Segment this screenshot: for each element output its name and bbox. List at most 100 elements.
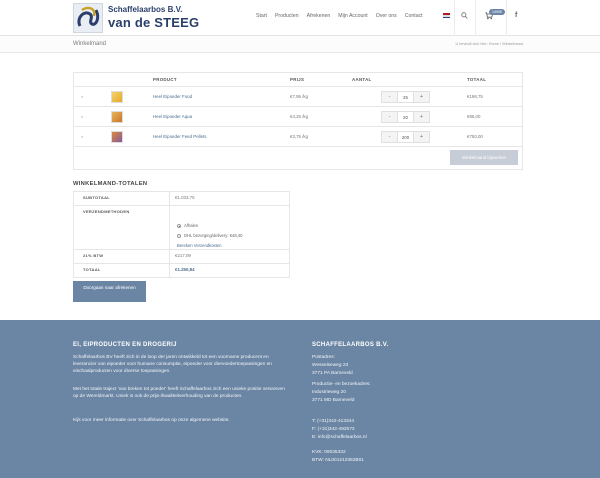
search-icon[interactable] — [461, 12, 468, 19]
nav-divider — [506, 0, 507, 36]
subtotal-label: SUBTOTAAL — [83, 195, 110, 200]
product-name-link[interactable]: Heel Eipoeder Food — [153, 94, 192, 99]
product-thumbnail[interactable] — [111, 111, 123, 123]
footer-kvk: KVK: 09035332 — [312, 450, 346, 455]
footer-contact-line: Productie- en bezoekadres: — [312, 382, 371, 387]
footer-contact-line: Postadres: — [312, 355, 335, 360]
col-price: PRIJS — [290, 77, 305, 82]
site-logo[interactable]: Schaffelaarbos B.V. van de STEEG — [73, 3, 199, 33]
shipping-pickup-label[interactable]: Afhalen — [184, 223, 198, 228]
nav-divider — [454, 0, 455, 36]
product-thumbnail[interactable] — [111, 131, 123, 143]
footer-contact-line: Wesselseweg 23 — [312, 363, 349, 368]
product-name-link[interactable]: Heel Eipoeder Feed Pellets — [153, 134, 206, 139]
cart-actions: Winkelmand bijwerken — [74, 147, 522, 169]
footer-fax: F: (+31)342-492573 — [312, 427, 355, 432]
quantity-stepper: - 20 + — [381, 111, 430, 123]
logo-mark-icon — [73, 3, 103, 33]
cart-row: × Heel Eipoeder Aqua €4,25 /kg - 20 + €8… — [74, 107, 522, 127]
footer-about-link[interactable]: Kijk voor meer informatie over Schaffela… — [73, 417, 286, 424]
footer-contact-line: 3771 PA Barneveld — [312, 371, 353, 376]
vat-row: 21% BTW €217,09 — [74, 250, 289, 264]
footer-phone[interactable]: T: (+31)342-413344 — [312, 419, 354, 424]
quantity-stepper: - 25 + — [381, 91, 430, 103]
footer-about-text: Schaffelaarbos BV heeft zich in de loop … — [73, 355, 272, 374]
logo-family-name: van de STEEG — [108, 15, 200, 30]
cart-total-badge[interactable]: 1490€ — [489, 9, 505, 15]
remove-item-icon[interactable]: × — [81, 134, 83, 139]
calculate-shipping-link[interactable]: Bereken Verzendkosten — [177, 243, 221, 248]
column-divider — [169, 264, 170, 277]
vat-label: 21% BTW — [83, 253, 104, 258]
shipping-dhl-label[interactable]: DHL bezorging/delivery: €48,40 — [184, 233, 243, 238]
breadcrumb[interactable]: U bevindt zich hier: Home / Winkelmand — [455, 42, 523, 46]
cart-totals-table: SUBTOTAAL €1.033,75 VERZENDMETHODEN Afha… — [73, 191, 290, 278]
cart-row: × Heel Eipoeder Feed Pellets €3,75 /kg -… — [74, 127, 522, 147]
remove-item-icon[interactable]: × — [81, 114, 83, 119]
subtotal-value: €1.033,75 — [175, 195, 195, 200]
product-price: €3,75 /kg — [290, 134, 309, 139]
row-total: €85,00 — [467, 114, 481, 119]
main-nav: Start Producten Afrekenen Mijn Account O… — [252, 13, 427, 19]
footer-about-title: EI, EIPRODUCTEN EN DROGERIJ — [73, 342, 177, 348]
col-product: PRODUCT — [153, 77, 177, 82]
footer-contact-line: Industrieweg 20 — [312, 390, 346, 395]
product-price: €7,95 /kg — [290, 94, 309, 99]
nav-afrekenen[interactable]: Afrekenen — [303, 13, 335, 19]
nav-contact[interactable]: Contact — [401, 13, 427, 19]
subtotal-row: SUBTOTAAL €1.033,75 — [74, 192, 289, 206]
row-total: €198,75 — [467, 94, 483, 99]
col-total: TOTAAL — [467, 77, 487, 82]
footer-contact-line: 3771 MD Barneveld — [312, 398, 355, 403]
page-title: Winkelmand — [73, 41, 107, 47]
footer-about-text: Met het totale traject 'van breken tot p… — [73, 387, 285, 399]
total-value: €1.250,84 — [175, 267, 195, 272]
qty-input[interactable]: 20 — [397, 112, 414, 122]
column-divider — [169, 250, 170, 263]
qty-plus-button[interactable]: + — [414, 112, 429, 122]
row-total: €750,00 — [467, 134, 483, 139]
qty-plus-button[interactable]: + — [414, 132, 429, 142]
footer-email-link[interactable]: E: info@schaffelaarbos.nl — [312, 435, 367, 440]
logo-company-name: Schaffelaarbos B.V. — [108, 5, 183, 14]
product-thumbnail[interactable] — [111, 91, 123, 103]
proceed-to-checkout-button[interactable]: Doorgaan naar afrekenen — [73, 281, 146, 302]
dutch-flag-icon[interactable] — [443, 13, 450, 19]
qty-input[interactable]: 200 — [397, 132, 414, 142]
total-row: TOTAAL €1.250,84 — [74, 264, 289, 277]
cart-totals-title: WINKELMAND-TOTALEN — [73, 181, 148, 187]
shipping-pickup-radio[interactable] — [177, 224, 181, 228]
shipping-label: VERZENDMETHODEN — [83, 209, 130, 214]
footer-vat-number: BTW: NL001212382B01 — [312, 458, 364, 463]
nav-mijn-account[interactable]: Mijn Account — [334, 13, 371, 19]
product-price: €4,25 /kg — [290, 114, 309, 119]
shipping-dhl-radio[interactable] — [177, 234, 181, 238]
nav-producten[interactable]: Producten — [271, 13, 303, 19]
site-footer: EI, EIPRODUCTEN EN DROGERIJ Schaffelaarb… — [0, 320, 600, 478]
column-divider — [169, 192, 170, 205]
quantity-stepper: - 200 + — [381, 131, 430, 143]
vat-value: €217,09 — [175, 253, 191, 258]
cart-table-header: PRODUCT PRIJS AANTAL TOTAAL — [74, 73, 522, 87]
nav-over-ons[interactable]: Over ons — [372, 13, 401, 19]
qty-input[interactable]: 25 — [397, 92, 414, 102]
cart-row: × Heel Eipoeder Food €7,95 /kg - 25 + €1… — [74, 87, 522, 107]
qty-minus-button[interactable]: - — [382, 112, 397, 122]
qty-minus-button[interactable]: - — [382, 92, 397, 102]
product-name-link[interactable]: Heel Eipoeder Aqua — [153, 114, 192, 119]
cart-table: PRODUCT PRIJS AANTAL TOTAAL × Heel Eipoe… — [73, 72, 523, 170]
col-qty: AANTAL — [352, 77, 372, 82]
nav-divider — [475, 0, 476, 36]
site-header: Schaffelaarbos B.V. van de STEEG Start P… — [0, 0, 600, 36]
qty-minus-button[interactable]: - — [382, 132, 397, 142]
nav-start[interactable]: Start — [252, 13, 271, 19]
update-cart-button[interactable]: Winkelmand bijwerken — [450, 150, 518, 165]
column-divider — [169, 206, 170, 249]
page-title-bar: Winkelmand U bevindt zich hier: Home / W… — [0, 36, 600, 53]
footer-contact-title: SCHAFFELAARBOS B.V. — [312, 342, 389, 348]
remove-item-icon[interactable]: × — [81, 94, 83, 99]
shipping-row: VERZENDMETHODEN Afhalen DHL bezorging/de… — [74, 206, 289, 250]
qty-plus-button[interactable]: + — [414, 92, 429, 102]
facebook-icon[interactable]: f — [515, 12, 517, 19]
total-label: TOTAAL — [83, 267, 101, 272]
